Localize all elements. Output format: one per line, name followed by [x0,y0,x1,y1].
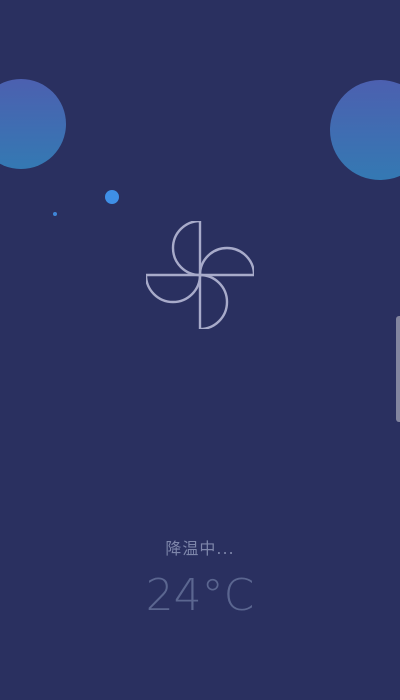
pinwheel-fan-icon [146,221,254,329]
decorative-bubble-right [330,80,400,180]
decorative-bubble-left [0,79,66,169]
decorative-dot-medium [105,190,119,204]
temperature-readout: 24°C [145,570,255,621]
edge-panel-handle[interactable] [396,316,400,422]
cooling-screen: 降温中... 24°C [0,0,400,700]
decorative-dot-small [53,212,57,216]
cooling-status-text: 降温中... [165,539,235,558]
